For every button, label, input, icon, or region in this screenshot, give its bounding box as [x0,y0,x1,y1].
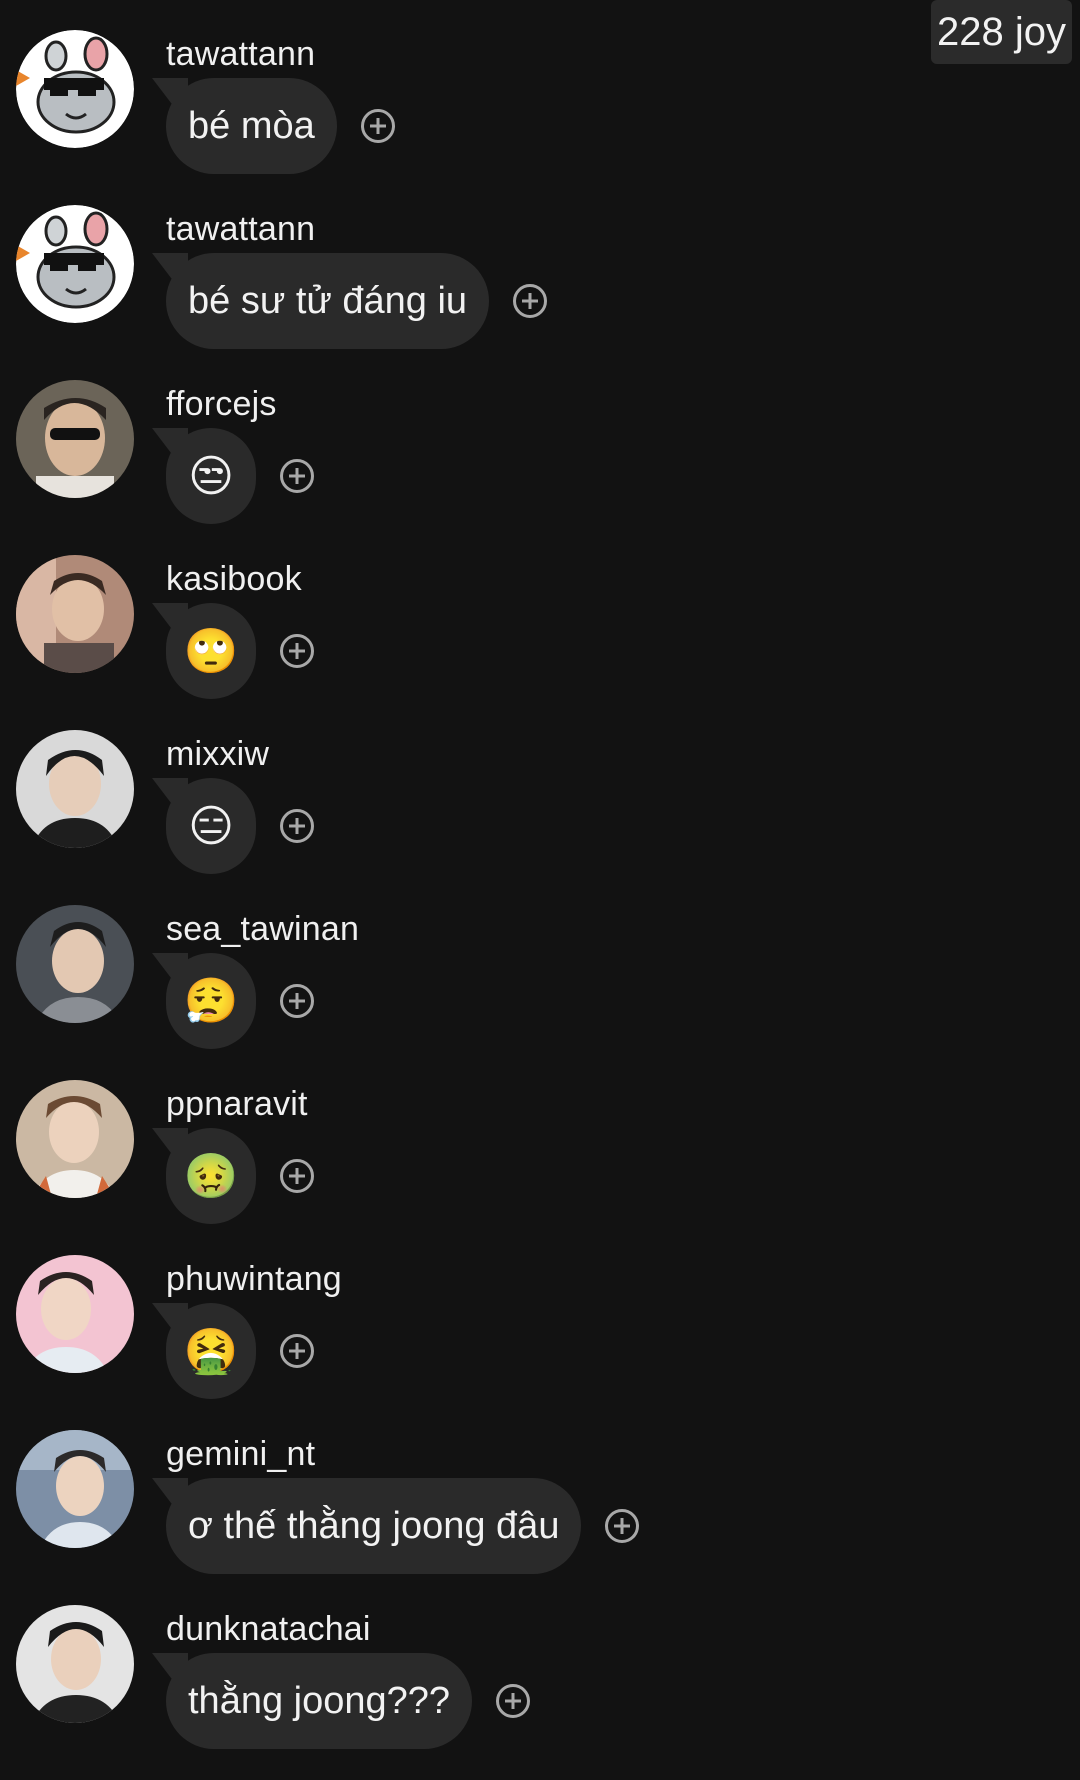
comment-bubble[interactable]: 😒 [166,428,256,524]
comment-username[interactable]: dunknatachai [166,1609,371,1649]
comment-bubble-row: bé mòa [166,78,395,174]
comment-item: dunknatachai thằng joong??? [0,1605,1080,1780]
avatar[interactable] [16,30,134,148]
comment-emoji: 😒 [188,450,234,502]
comment-item: phuwintang 🤮 [0,1255,1080,1430]
profile-photo-icon [16,905,134,1023]
comment-username[interactable]: fforcejs [166,384,277,424]
avatar[interactable] [16,1605,134,1723]
add-reaction-icon[interactable] [496,1684,531,1718]
add-reaction-icon[interactable] [280,1334,314,1368]
profile-photo-icon [16,730,134,848]
comment-bubble[interactable]: 😑 [166,778,256,874]
comment-text: bé mòa [188,104,315,147]
add-reaction-icon[interactable] [605,1509,640,1543]
add-reaction-icon[interactable] [280,1159,314,1193]
comment-bubble[interactable]: 🙄 [166,603,256,699]
comment-item: mixxiw 😑 [0,730,1080,905]
profile-photo-icon [16,1605,134,1723]
profile-photo-icon [16,380,134,498]
comment-bubble[interactable]: bé mòa [166,78,337,174]
comment-list: tawattann bé mòa tawattann bé sư tử đáng… [0,30,1080,1780]
comment-bubble[interactable]: 🤢 [166,1128,256,1224]
comment-item: ppnaravit 🤢 [0,1080,1080,1255]
profile-photo-icon [16,555,134,673]
comment-bubble-row: ơ thế thằng joong đâu [166,1478,640,1574]
comment-emoji: 🤢 [183,1151,239,1202]
comment-username[interactable]: sea_tawinan [166,909,359,949]
add-reaction-icon[interactable] [280,809,314,843]
comment-text: bé sư tử đáng iu [188,279,468,322]
comment-bubble-row: 🤮 [166,1303,314,1399]
comment-bubble[interactable]: ơ thế thằng joong đâu [166,1478,582,1574]
add-reaction-icon[interactable] [280,634,314,668]
comment-emoji: 🙄 [183,626,239,677]
comment-username[interactable]: tawattann [166,209,315,249]
chinchilla-avatar-icon [16,205,134,323]
comment-text: ơ thế thằng joong đâu [188,1504,560,1547]
comment-bubble-row: bé sư tử đáng iu [166,253,548,349]
comment-item: tawattann bé sư tử đáng iu [0,205,1080,380]
comment-item: sea_tawinan 😮‍💨 [0,905,1080,1080]
chinchilla-avatar-icon [16,30,134,148]
comment-item: tawattann bé mòa [0,30,1080,205]
avatar[interactable] [16,1080,134,1198]
avatar[interactable] [16,555,134,673]
profile-photo-icon [16,1255,134,1373]
comment-text: thằng joong??? [188,1679,451,1722]
comment-bubble[interactable]: thằng joong??? [166,1653,473,1749]
avatar[interactable] [16,905,134,1023]
avatar[interactable] [16,1430,134,1548]
comment-item: kasibook 🙄 [0,555,1080,730]
comment-emoji: 😮‍💨 [183,976,239,1027]
comment-bubble-row: 😑 [166,778,314,874]
add-reaction-icon[interactable] [280,459,314,493]
comment-username[interactable]: phuwintang [166,1259,342,1299]
comment-bubble[interactable]: 😮‍💨 [166,953,256,1049]
comment-bubble-row: thằng joong??? [166,1653,531,1749]
comment-username[interactable]: tawattann [166,34,315,74]
comment-emoji: 🤮 [183,1326,239,1377]
add-reaction-icon[interactable] [513,284,548,318]
profile-photo-icon [16,1430,134,1548]
avatar[interactable] [16,1255,134,1373]
comment-username[interactable]: kasibook [166,559,302,599]
comment-username[interactable]: ppnaravit [166,1084,308,1124]
comment-bubble[interactable]: bé sư tử đáng iu [166,253,490,349]
avatar[interactable] [16,205,134,323]
comment-bubble-row: 😮‍💨 [166,953,314,1049]
comment-emoji: 😑 [188,800,234,852]
comment-bubble-row: 🙄 [166,603,314,699]
profile-photo-icon [16,1080,134,1198]
comment-username[interactable]: mixxiw [166,734,269,774]
comment-bubble-row: 🤢 [166,1128,314,1224]
comment-item: fforcejs 😒 [0,380,1080,555]
comment-bubble[interactable]: 🤮 [166,1303,256,1399]
comment-item: gemini_nt ơ thế thằng joong đâu [0,1430,1080,1605]
avatar[interactable] [16,380,134,498]
comment-bubble-row: 😒 [166,428,314,524]
add-reaction-icon[interactable] [280,984,314,1018]
avatar[interactable] [16,730,134,848]
comment-username[interactable]: gemini_nt [166,1434,315,1474]
add-reaction-icon[interactable] [360,109,395,143]
